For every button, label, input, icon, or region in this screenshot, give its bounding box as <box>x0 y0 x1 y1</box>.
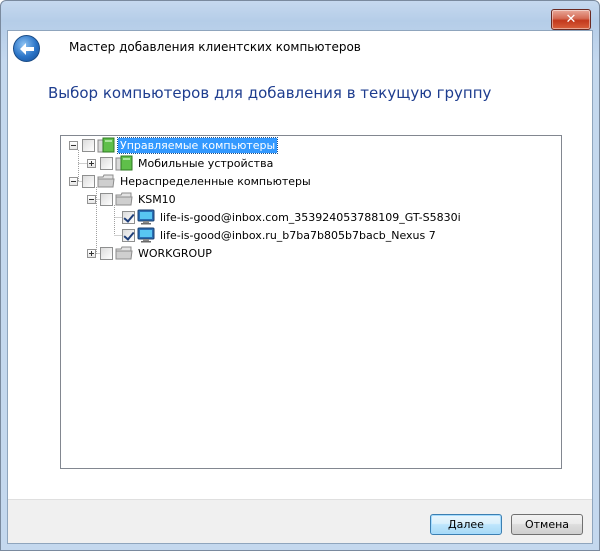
next-button[interactable]: Далее <box>430 514 502 535</box>
tree-label-unassigned[interactable]: Нераспределенные компьютеры <box>118 174 313 189</box>
checkbox-unassigned[interactable] <box>82 174 95 188</box>
mobile-folder-icon <box>115 155 133 171</box>
wizard-header: Мастер добавления клиентских компьютеров <box>8 31 592 63</box>
close-icon: ✕ <box>565 12 577 27</box>
checkbox-managed[interactable] <box>82 138 95 152</box>
checkbox-ksm10[interactable] <box>100 192 113 206</box>
tree-node-workgroup[interactable]: WORKGROUP <box>87 244 214 262</box>
back-button[interactable] <box>13 35 40 62</box>
wizard-client-area: Мастер добавления клиентских компьютеров… <box>7 30 593 544</box>
tree-node-unassigned[interactable]: Нераспределенные компьютеры <box>69 172 313 190</box>
tree-node-ksm10[interactable]: KSM10 <box>87 190 178 208</box>
computer-tree[interactable]: Управляемые компьютеры Мобильные устройс… <box>60 135 562 469</box>
tree-label-workgroup[interactable]: WORKGROUP <box>136 246 214 261</box>
tree-node-device-2[interactable]: life-is-good@inbox.ru_b7ba7b805b7bacb_Ne… <box>118 226 438 244</box>
folder-icon <box>97 174 115 188</box>
tree-label-mobile[interactable]: Мобильные устройства <box>136 156 275 171</box>
tree-node-managed[interactable]: Управляемые компьютеры <box>69 136 279 154</box>
tree-node-mobile[interactable]: Мобильные устройства <box>87 154 275 172</box>
folder-icon <box>115 246 133 260</box>
checkbox-workgroup[interactable] <box>100 246 113 260</box>
expand-toggle-icon[interactable] <box>87 158 96 168</box>
folder-icon <box>115 192 133 206</box>
tree-label-managed[interactable]: Управляемые компьютеры <box>116 136 279 154</box>
wizard-footer: Далее Отмена <box>8 500 592 543</box>
tree-label-device-2[interactable]: life-is-good@inbox.ru_b7ba7b805b7bacb_Ne… <box>158 228 438 243</box>
wizard-title: Мастер добавления клиентских компьютеров <box>69 40 361 54</box>
collapse-toggle-icon[interactable] <box>87 194 96 204</box>
managed-folder-icon <box>97 137 115 153</box>
wizard-window: ✕ Мастер добавления клиентских компьютер… <box>0 0 600 551</box>
collapse-toggle-icon[interactable] <box>69 176 78 186</box>
computer-icon <box>137 227 155 243</box>
checkbox-device-2[interactable] <box>122 228 135 242</box>
tree-label-device-1[interactable]: life-is-good@inbox.com_353924053788109_G… <box>158 210 463 225</box>
computer-icon <box>137 209 155 225</box>
expand-toggle-icon[interactable] <box>87 248 96 258</box>
checkbox-device-1[interactable] <box>122 210 135 224</box>
checkbox-mobile[interactable] <box>100 156 113 170</box>
tree-label-ksm10[interactable]: KSM10 <box>136 192 178 207</box>
cancel-button[interactable]: Отмена <box>511 514 583 535</box>
collapse-toggle-icon[interactable] <box>69 140 78 150</box>
back-arrow-icon <box>19 42 34 55</box>
tree-node-device-1[interactable]: life-is-good@inbox.com_353924053788109_G… <box>118 208 463 226</box>
page-heading: Выбор компьютеров для добавления в текущ… <box>48 84 492 102</box>
close-button[interactable]: ✕ <box>551 9 591 30</box>
